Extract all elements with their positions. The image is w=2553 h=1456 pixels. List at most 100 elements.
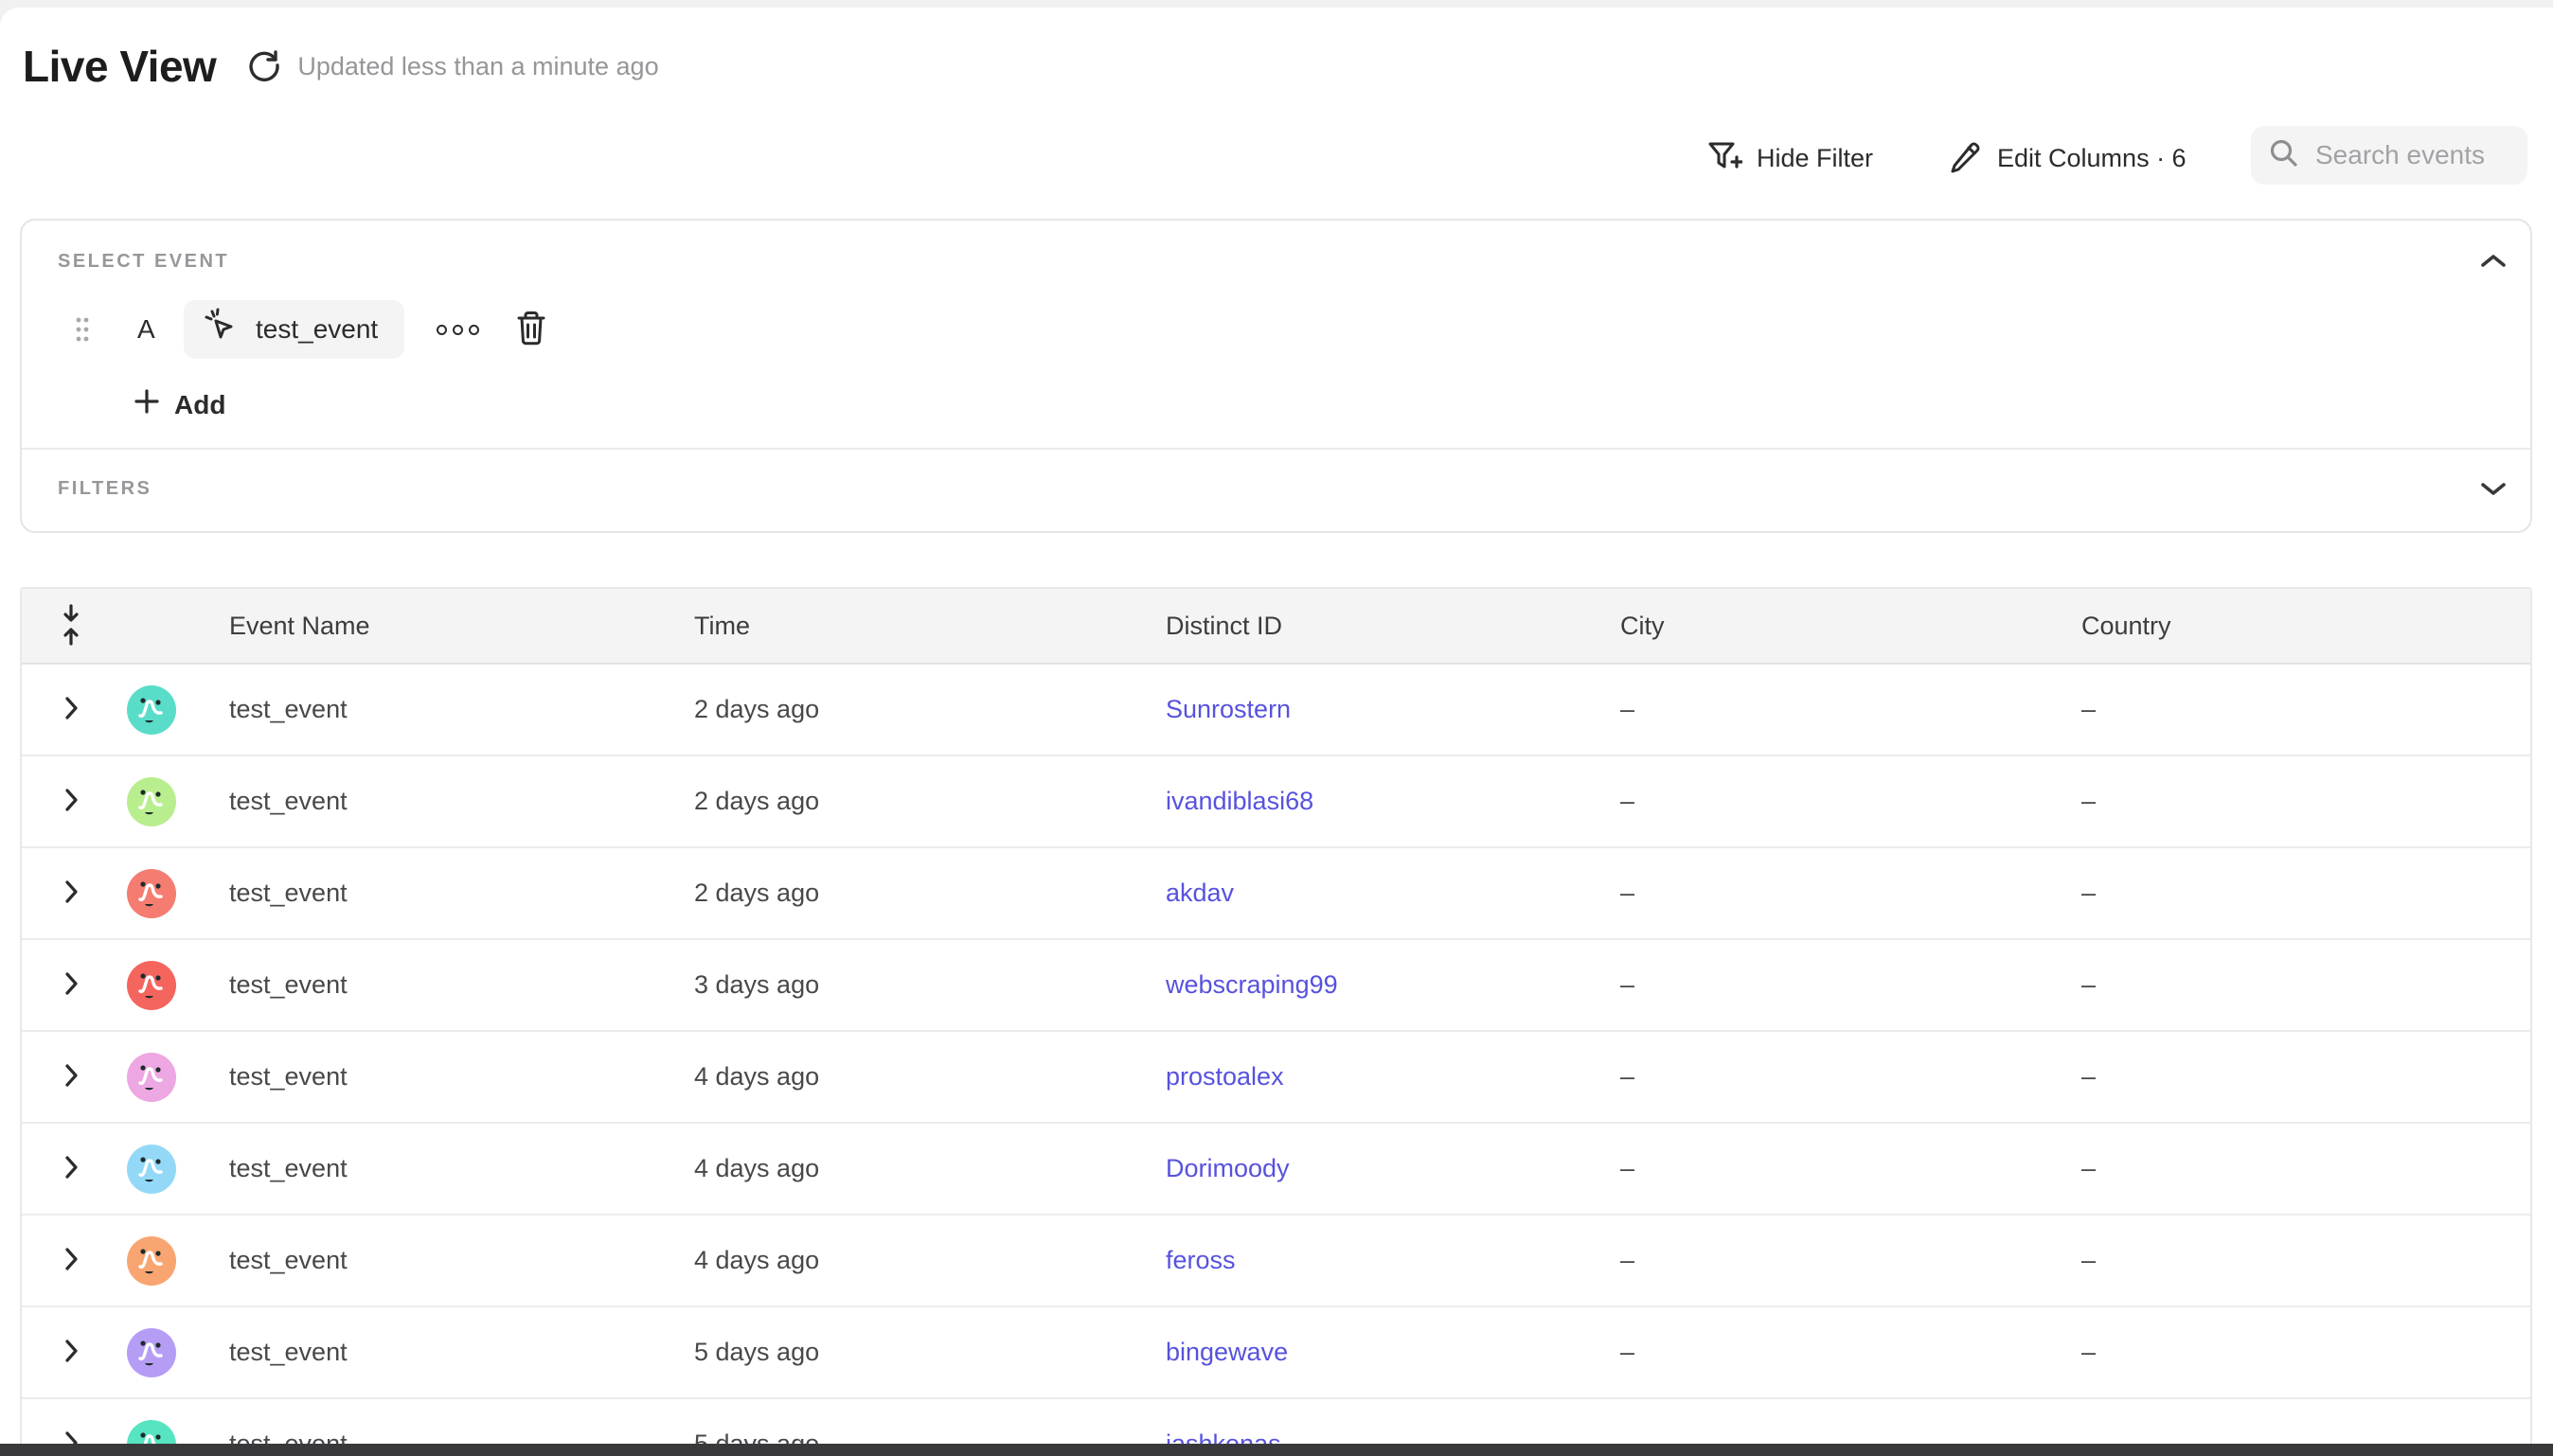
distinct-id-link[interactable]: ivandiblasi68 bbox=[1166, 787, 1313, 815]
chevron-right-icon bbox=[63, 696, 79, 723]
column-header-country[interactable]: Country bbox=[2081, 612, 2530, 641]
event-name-cell: test_event bbox=[229, 787, 694, 816]
time-cell: 2 days ago bbox=[694, 879, 1166, 908]
country-cell: – bbox=[2081, 695, 2530, 724]
select-event-label: SELECT EVENT bbox=[58, 251, 229, 273]
user-avatar bbox=[127, 869, 176, 918]
table-row: test_event 4 days ago Dorimoody – – bbox=[22, 1124, 2530, 1216]
plus-icon bbox=[133, 387, 161, 422]
distinct-id-link[interactable]: feross bbox=[1166, 1246, 1236, 1274]
column-header-distinct-id[interactable]: Distinct ID bbox=[1166, 612, 1620, 641]
add-event-button[interactable]: Add bbox=[133, 387, 225, 422]
user-avatar bbox=[127, 777, 176, 826]
trash-icon bbox=[514, 310, 548, 350]
expand-row-button[interactable] bbox=[22, 879, 120, 907]
refresh-button[interactable] bbox=[246, 47, 282, 86]
event-name-cell: test_event bbox=[229, 695, 694, 724]
country-cell: – bbox=[2081, 1338, 2530, 1367]
city-cell: – bbox=[1620, 879, 2081, 908]
expand-row-button[interactable] bbox=[22, 1155, 120, 1182]
add-label: Add bbox=[174, 390, 225, 420]
panel-divider bbox=[22, 448, 2530, 450]
refresh-icon bbox=[246, 47, 282, 86]
expand-filters-button[interactable] bbox=[2479, 480, 2508, 500]
event-name-cell: test_event bbox=[229, 1246, 694, 1275]
bottom-bar bbox=[0, 1444, 2553, 1456]
search-box[interactable] bbox=[2251, 126, 2527, 185]
drag-handle-icon[interactable] bbox=[75, 315, 90, 344]
time-cell: 4 days ago bbox=[694, 1062, 1166, 1092]
live-view-screen: Live View Updated less than a minute ago bbox=[0, 0, 2553, 1456]
distinct-id-link[interactable]: Dorimoody bbox=[1166, 1154, 1290, 1182]
expand-row-button[interactable] bbox=[22, 971, 120, 999]
event-name-cell: test_event bbox=[229, 1154, 694, 1183]
table-header-row: Event Name Time Distinct ID City Country bbox=[22, 589, 2530, 665]
expand-row-button[interactable] bbox=[22, 696, 120, 723]
table-row: test_event 4 days ago prostoalex – – bbox=[22, 1032, 2530, 1124]
country-cell: – bbox=[2081, 879, 2530, 908]
search-icon bbox=[2268, 137, 2300, 174]
expand-row-button[interactable] bbox=[22, 1063, 120, 1091]
event-more-options-button[interactable] bbox=[437, 325, 479, 335]
event-clause-row: A test_event bbox=[22, 300, 2530, 359]
city-cell: – bbox=[1620, 1062, 2081, 1092]
chevron-right-icon bbox=[63, 1247, 79, 1274]
query-builder-panel: SELECT EVENT A bbox=[20, 219, 2532, 533]
chevron-right-icon bbox=[63, 1155, 79, 1182]
city-cell: – bbox=[1620, 970, 2081, 1000]
expand-row-button[interactable] bbox=[22, 1247, 120, 1274]
chevron-right-icon bbox=[63, 788, 79, 815]
time-cell: 2 days ago bbox=[694, 787, 1166, 816]
collapse-all-rows-button[interactable] bbox=[59, 603, 83, 649]
expand-row-button[interactable] bbox=[22, 788, 120, 815]
selected-event-label: test_event bbox=[256, 314, 378, 345]
distinct-id-link[interactable]: webscraping99 bbox=[1166, 970, 1338, 999]
hide-filter-label: Hide Filter bbox=[1757, 144, 1873, 173]
chevron-right-icon bbox=[63, 879, 79, 907]
city-cell: – bbox=[1620, 1338, 2081, 1367]
table-row: test_event 2 days ago Sunrostern – – bbox=[22, 665, 2530, 756]
clause-letter: A bbox=[137, 314, 155, 345]
search-input[interactable] bbox=[2315, 140, 2514, 170]
event-selector-chip[interactable]: test_event bbox=[184, 300, 404, 359]
expand-row-button[interactable] bbox=[22, 1339, 120, 1366]
hide-filter-button[interactable]: Hide Filter bbox=[1705, 129, 1873, 187]
country-cell: – bbox=[2081, 1062, 2530, 1092]
content-card: Live View Updated less than a minute ago bbox=[0, 8, 2553, 1456]
user-avatar bbox=[127, 685, 176, 735]
filter-plus-icon bbox=[1705, 136, 1742, 181]
distinct-id-link[interactable]: bingewave bbox=[1166, 1338, 1288, 1366]
distinct-id-link[interactable]: Sunrostern bbox=[1166, 695, 1291, 723]
table-row: test_event 5 days ago bingewave – – bbox=[22, 1307, 2530, 1399]
chevron-up-icon bbox=[2479, 258, 2508, 273]
distinct-id-link[interactable]: prostoalex bbox=[1166, 1062, 1284, 1091]
time-cell: 5 days ago bbox=[694, 1338, 1166, 1367]
event-name-cell: test_event bbox=[229, 879, 694, 908]
table-row: test_event 3 days ago webscraping99 – – bbox=[22, 940, 2530, 1032]
edit-columns-button[interactable]: Edit Columns · 6 bbox=[1947, 129, 2187, 187]
user-avatar bbox=[127, 1053, 176, 1102]
chevron-right-icon bbox=[63, 1063, 79, 1091]
collapse-rows-icon bbox=[59, 603, 83, 649]
country-cell: – bbox=[2081, 970, 2530, 1000]
distinct-id-link[interactable]: akdav bbox=[1166, 879, 1234, 907]
filters-label: FILTERS bbox=[58, 478, 152, 500]
table-row: test_event 2 days ago ivandiblasi68 – – bbox=[22, 756, 2530, 848]
page-header: Live View Updated less than a minute ago bbox=[23, 30, 659, 102]
event-click-icon bbox=[203, 308, 241, 352]
chevron-right-icon bbox=[63, 971, 79, 999]
updated-status: Updated less than a minute ago bbox=[297, 52, 658, 81]
edit-columns-label: Edit Columns · 6 bbox=[1997, 144, 2187, 173]
column-header-city[interactable]: City bbox=[1620, 612, 2081, 641]
city-cell: – bbox=[1620, 695, 2081, 724]
country-cell: – bbox=[2081, 1246, 2530, 1275]
more-options-icon bbox=[437, 325, 479, 335]
collapse-select-event-button[interactable] bbox=[2479, 253, 2508, 273]
user-avatar bbox=[127, 1145, 176, 1194]
delete-event-button[interactable] bbox=[514, 310, 548, 350]
column-header-event-name[interactable]: Event Name bbox=[229, 612, 694, 641]
column-header-time[interactable]: Time bbox=[694, 612, 1166, 641]
city-cell: – bbox=[1620, 1154, 2081, 1183]
time-cell: 2 days ago bbox=[694, 695, 1166, 724]
chevron-right-icon bbox=[63, 1339, 79, 1366]
